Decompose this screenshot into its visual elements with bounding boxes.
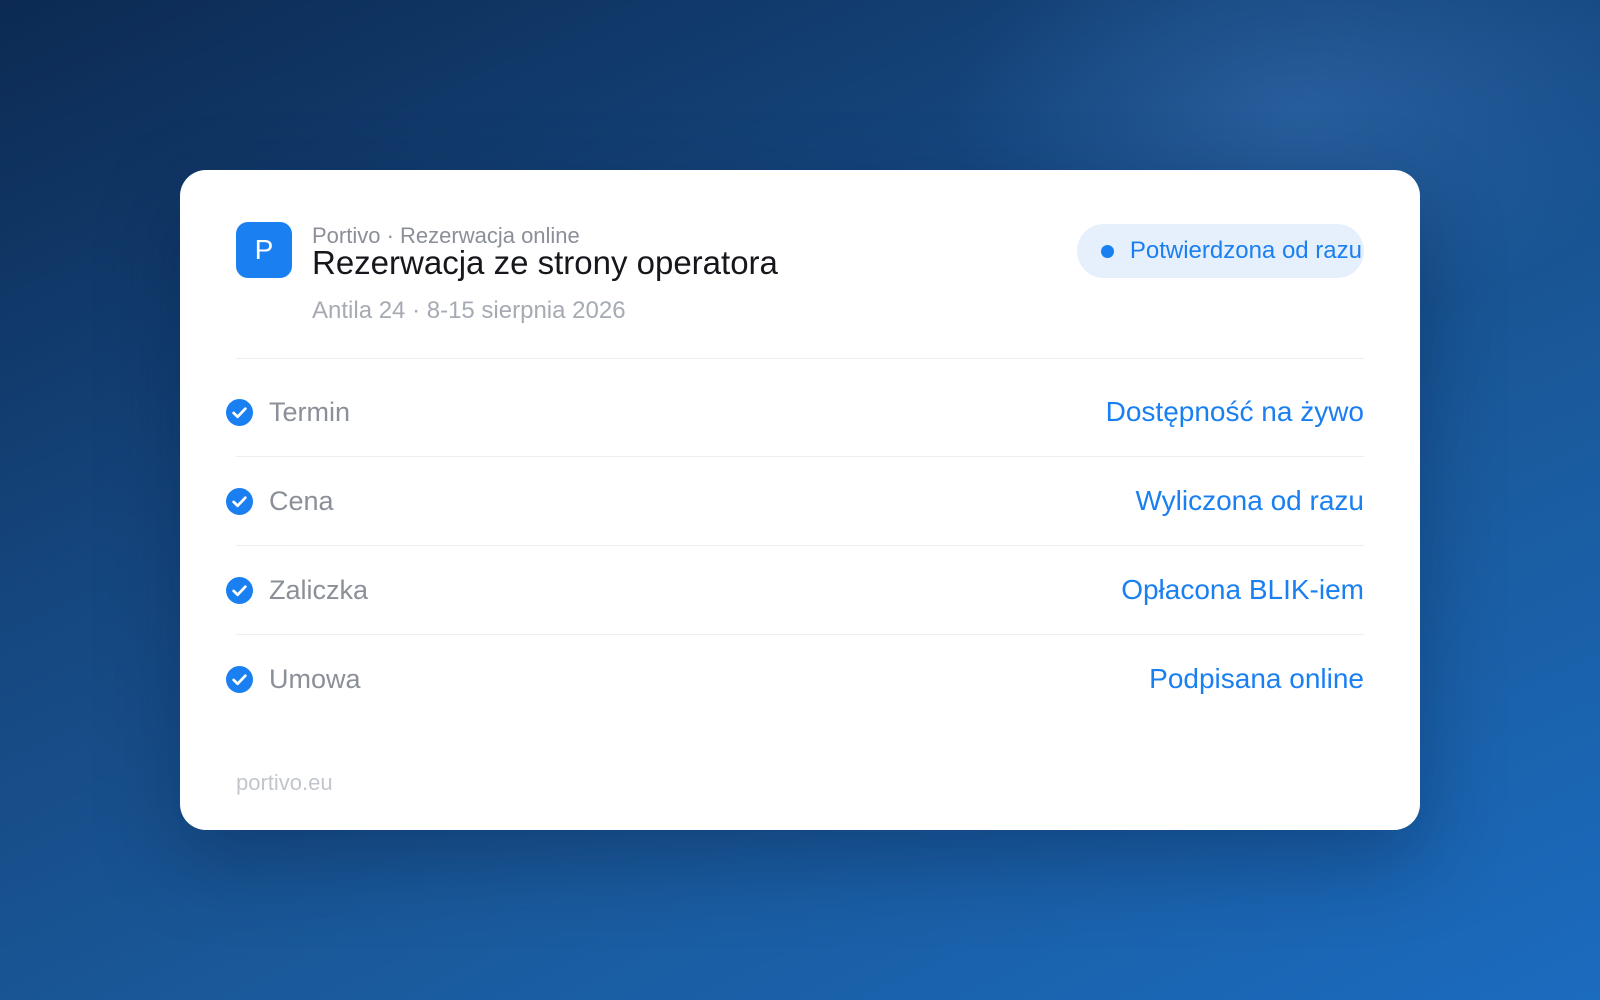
step-label: Cena [269, 485, 334, 516]
step-row-umowa: Umowa Podpisana online [226, 634, 1364, 723]
step-value: Wyliczona od razu [1135, 485, 1364, 516]
step-label: Zaliczka [269, 574, 369, 605]
brand-logo: P [236, 222, 292, 278]
check-circle-icon [226, 487, 253, 515]
step-value: Dostępność na żywo [1105, 396, 1364, 427]
status-dot-icon [1100, 244, 1114, 258]
status-badge: Potwierdzona od razu [1076, 224, 1364, 278]
footer-domain[interactable]: portivo.eu [236, 770, 333, 796]
step-label: Umowa [269, 663, 361, 694]
step-value: Opłacona BLIK-iem [1121, 574, 1364, 605]
step-value: Podpisana online [1149, 663, 1364, 694]
step-row-zaliczka: Zaliczka Opłacona BLIK-iem [226, 545, 1364, 634]
status-badge-label: Potwierdzona od razu [1129, 237, 1362, 264]
check-circle-icon [226, 665, 253, 693]
steps-list: Termin Dostępność na żywo Cena Wyliczona… [226, 368, 1364, 723]
header-divider [236, 358, 1364, 359]
step-row-termin: Termin Dostępność na żywo [226, 368, 1364, 456]
step-label: Termin [269, 396, 351, 427]
brand-logo-letter: P [254, 234, 274, 265]
step-row-cena: Cena Wyliczona od razu [226, 456, 1364, 545]
check-circle-icon [226, 576, 253, 604]
booking-subtitle: Antila 24 · 8-15 sierpnia 2026 [312, 297, 626, 324]
check-circle-icon [226, 398, 253, 426]
booking-card: P Portivo · Rezerwacja online Rezerwacja… [180, 170, 1420, 830]
page-title: Rezerwacja ze strony operatora [312, 244, 778, 281]
